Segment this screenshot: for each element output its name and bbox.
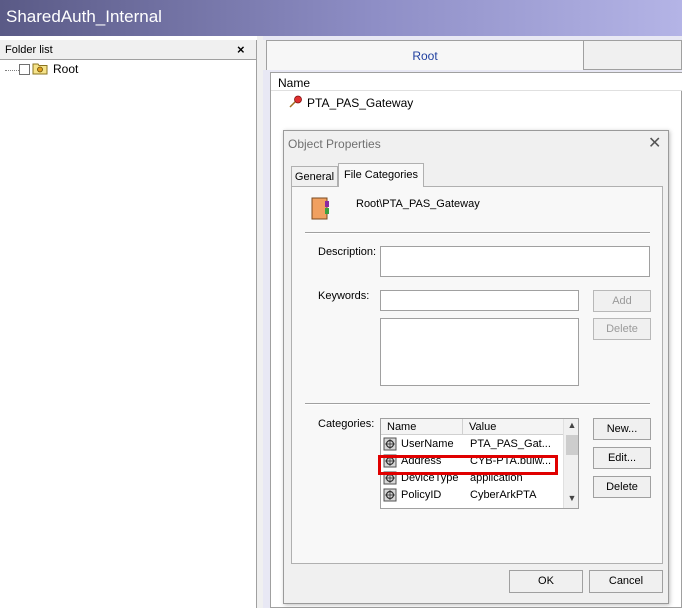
window-titlebar: SharedAuth_Internal xyxy=(0,0,682,36)
object-path: Root\PTA_PAS_Gateway xyxy=(356,198,480,210)
window-title: SharedAuth_Internal xyxy=(6,7,162,26)
folder-list-title: Folder list xyxy=(5,44,53,56)
add-keyword-button[interactable]: Add xyxy=(593,290,651,312)
description-label: Description: xyxy=(318,246,377,258)
tree-checkbox-root[interactable] xyxy=(19,64,30,75)
category-row-policyid[interactable]: PolicyID CyberArkPTA xyxy=(381,487,563,504)
description-input[interactable] xyxy=(380,246,650,277)
tab-general[interactable]: General xyxy=(291,166,338,186)
keywords-list[interactable] xyxy=(380,318,579,386)
scroll-down-icon[interactable]: ▼ xyxy=(564,493,578,507)
divider xyxy=(305,403,650,405)
scroll-up-icon[interactable]: ▲ xyxy=(564,420,578,434)
edit-category-button[interactable]: Edit... xyxy=(593,447,651,469)
keywords-input[interactable] xyxy=(380,290,579,311)
tree-connector xyxy=(5,70,19,71)
category-name: Address xyxy=(401,455,442,467)
category-icon xyxy=(383,471,398,485)
folder-icon xyxy=(32,61,48,75)
scroll-thumb[interactable] xyxy=(566,435,578,455)
cancel-button[interactable]: Cancel xyxy=(589,570,663,593)
category-icon xyxy=(383,454,398,468)
category-value: PTA_PAS_Gat... xyxy=(470,438,551,450)
category-value: CyberArkPTA xyxy=(470,489,537,501)
list-item-gateway[interactable]: PTA_PAS_Gateway xyxy=(307,96,413,110)
new-category-button[interactable]: New... xyxy=(593,418,651,440)
dialog-title: Object Properties xyxy=(288,137,381,151)
file-icon xyxy=(311,197,331,221)
folder-list-header: Folder list × xyxy=(0,40,256,60)
categories-label: Categories: xyxy=(318,418,375,430)
tab-file-categories[interactable]: File Categories xyxy=(338,163,424,187)
divider xyxy=(305,232,650,234)
ok-button[interactable]: OK xyxy=(509,570,583,593)
categories-scrollbar[interactable]: ▲ ▼ xyxy=(563,419,578,508)
close-icon[interactable]: ✕ xyxy=(648,133,661,153)
category-row-address[interactable]: Address CYB-PTA.bulw... xyxy=(381,453,563,470)
category-row-username[interactable]: UserName PTA_PAS_Gat... xyxy=(381,436,563,453)
category-row-devicetype[interactable]: DeviceType application xyxy=(381,470,563,487)
category-name: PolicyID xyxy=(401,489,442,501)
column-name[interactable]: Name xyxy=(278,76,310,90)
column-header-value[interactable]: Value xyxy=(463,419,563,435)
tree-item-root[interactable]: Root xyxy=(53,62,78,76)
column-header: Name xyxy=(271,73,682,91)
tab-strip: Root xyxy=(263,40,682,70)
tab-blank xyxy=(584,40,682,70)
folder-list-pane: Folder list × Root xyxy=(0,40,257,608)
file-categories-page: Root\PTA_PAS_Gateway Description: Keywor… xyxy=(291,186,663,564)
category-name: UserName xyxy=(401,438,454,450)
keywords-label: Keywords: xyxy=(318,290,370,302)
category-icon xyxy=(383,437,398,451)
column-header-name[interactable]: Name xyxy=(381,419,463,435)
object-properties-dialog: Object Properties ✕ General File Categor… xyxy=(283,130,669,604)
categories-list[interactable]: Name Value UserName PTA_PAS_Gat... Addre… xyxy=(380,418,579,509)
category-value: CYB-PTA.bulw... xyxy=(470,455,552,467)
gateway-icon xyxy=(288,95,304,109)
delete-keyword-button[interactable]: Delete xyxy=(593,318,651,340)
category-icon xyxy=(383,488,398,502)
delete-category-button[interactable]: Delete xyxy=(593,476,651,498)
close-icon[interactable]: × xyxy=(237,42,245,57)
category-value: application xyxy=(470,472,523,484)
category-name: DeviceType xyxy=(401,472,459,484)
tab-root[interactable]: Root xyxy=(266,40,584,70)
